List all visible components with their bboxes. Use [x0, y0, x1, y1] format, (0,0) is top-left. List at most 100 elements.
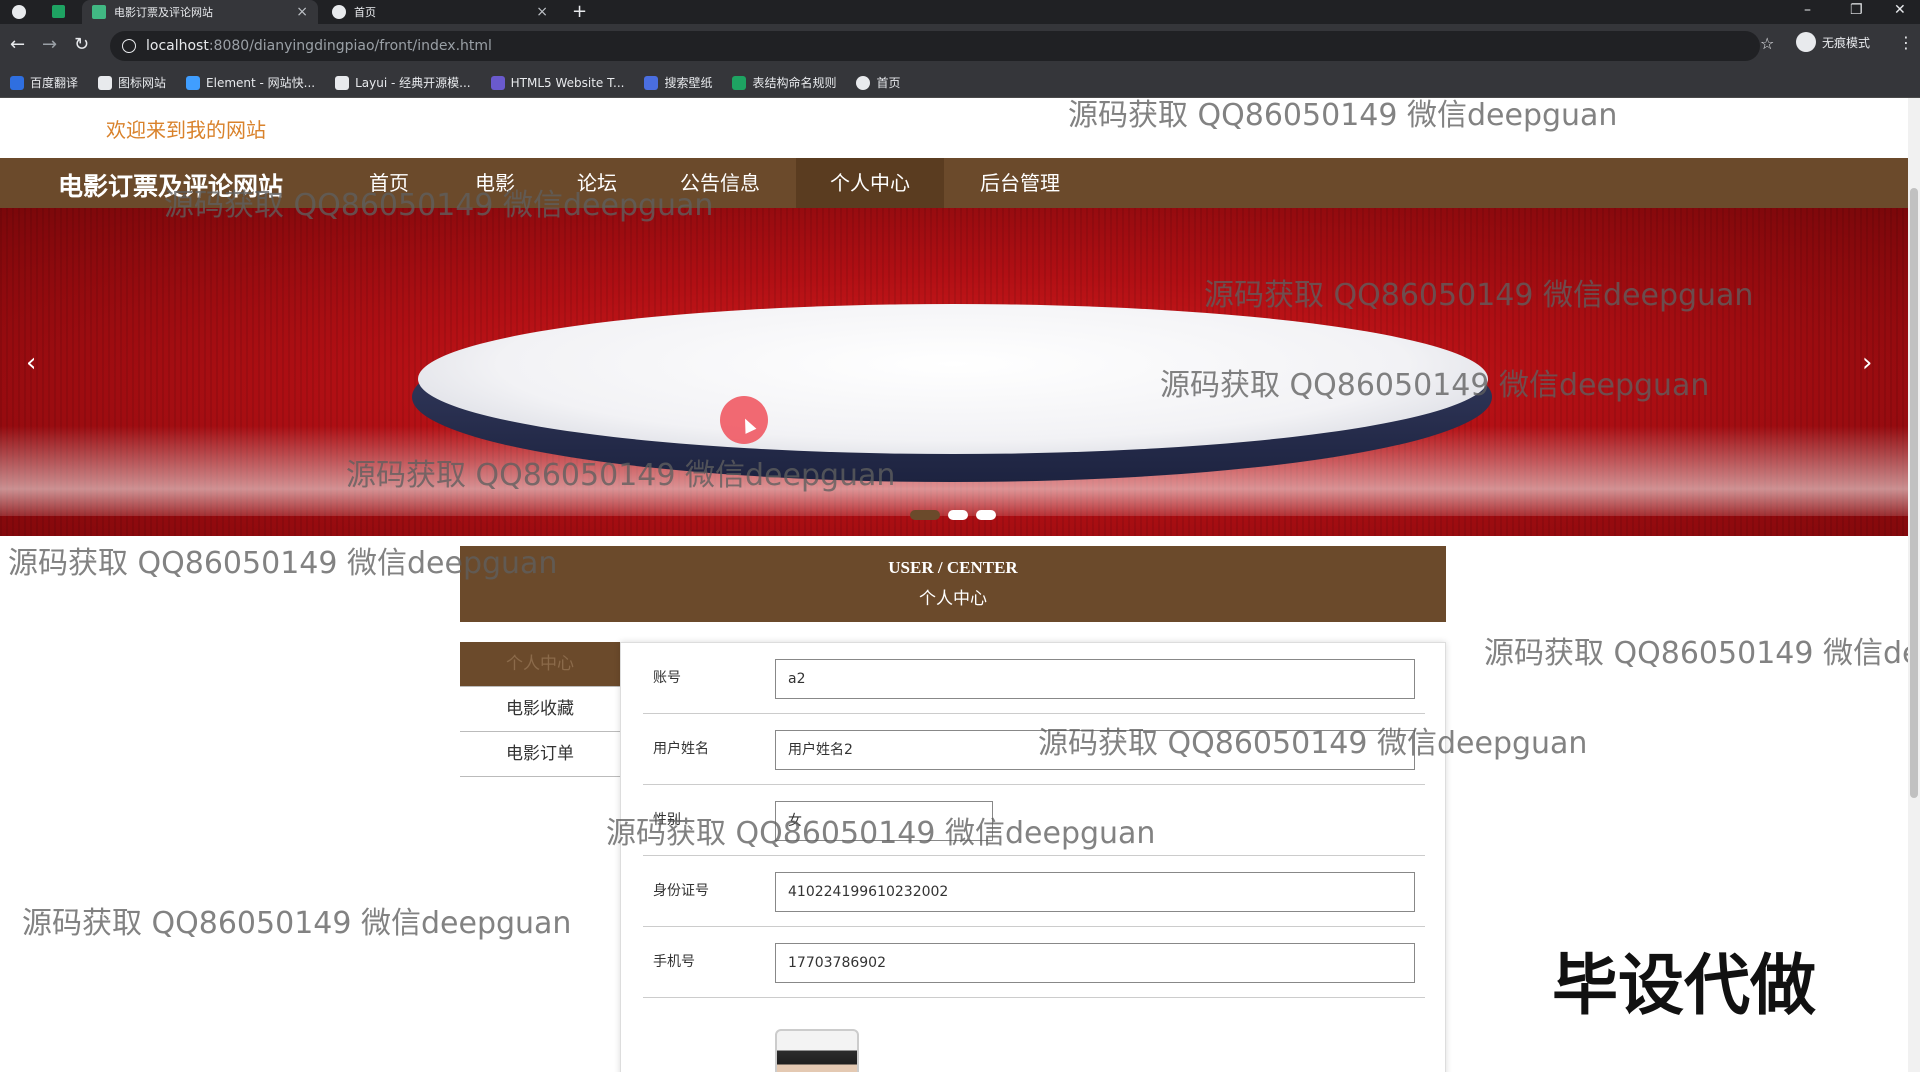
sidebar-item-favorites[interactable]: 电影收藏 — [460, 687, 620, 732]
phone-label: 手机号 — [653, 954, 695, 970]
bookmark-item[interactable]: HTML5 Website T... — [490, 75, 625, 90]
watermark-text: 源码获取 QQ86050149 微信dee — [1484, 636, 1908, 671]
name-label: 用户姓名 — [653, 741, 709, 757]
stage-top-image — [418, 304, 1488, 454]
restore-button[interactable]: ❐ — [1850, 2, 1863, 18]
carousel-dot[interactable] — [976, 510, 996, 520]
sheets-tab-icon[interactable] — [52, 5, 65, 18]
scrollbar-thumb[interactable] — [1910, 188, 1918, 798]
bookmark-item[interactable]: Layui - 经典开源模... — [335, 74, 471, 91]
bookmark-item[interactable]: 百度翻译 — [10, 74, 78, 91]
info-icon[interactable] — [122, 39, 136, 53]
site-brand[interactable]: 电影订票及评论网站 — [58, 167, 283, 203]
form-row-account: 账号 a2 — [643, 643, 1425, 714]
bookmark-icon — [490, 75, 505, 90]
carousel-next-icon[interactable]: › — [1862, 348, 1872, 378]
bookmark-label: Layui - 经典开源模... — [355, 76, 471, 90]
form-row-phone: 手机号 17703786902 — [643, 927, 1425, 998]
bookmark-item[interactable]: 图标网站 — [98, 74, 166, 91]
address-bar-row: ← → ↻ localhost:8080/dianyingdingpiao/fr… — [0, 24, 1920, 68]
profile-form: 账号 a2 用户姓名 用户姓名2 性别 女 身份证号 4102241996102… — [620, 642, 1446, 1072]
nav-movies[interactable]: 电影 — [462, 158, 528, 208]
bookmark-item[interactable]: 搜索壁纸 — [644, 74, 712, 91]
name-input[interactable]: 用户姓名2 — [775, 730, 1415, 770]
bookmark-label: 图标网站 — [118, 76, 167, 90]
bookmark-icon — [10, 75, 24, 90]
bookmark-star-icon[interactable]: ☆ — [1760, 34, 1774, 53]
user-center-header: USER / CENTER 个人中心 — [460, 546, 1446, 622]
browser-icon — [12, 5, 26, 19]
profile-label: 无痕模式 — [1822, 35, 1871, 50]
bookmark-icon — [98, 75, 113, 90]
url-field[interactable]: localhost:8080/dianyingdingpiao/front/in… — [110, 31, 1760, 61]
form-row-idcard: 身份证号 410224199610232002 — [643, 856, 1425, 927]
welcome-text: 欢迎来到我的网站 — [106, 118, 266, 142]
idcard-label: 身份证号 — [653, 883, 709, 899]
forward-button[interactable]: → — [42, 34, 57, 55]
nav-home[interactable]: 首页 — [356, 158, 422, 208]
main-nav: 电影订票及评论网站 首页 电影 论坛 公告信息 个人中心 后台管理 — [0, 158, 1908, 208]
globe-icon — [332, 5, 346, 19]
bookmark-label: 百度翻译 — [30, 76, 79, 90]
window-close-button[interactable]: ✕ — [1894, 2, 1906, 18]
tab-movie-site[interactable]: 电影订票及评论网站 × — [82, 0, 318, 24]
new-tab-button[interactable]: + — [572, 1, 587, 22]
nav-announcements[interactable]: 公告信息 — [664, 158, 776, 208]
account-label: 账号 — [653, 670, 681, 686]
vue-icon — [92, 5, 106, 19]
gender-select[interactable]: 女 — [775, 801, 993, 841]
page-scrollbar[interactable] — [1908, 98, 1920, 1072]
browser-menu-icon[interactable]: ⋮ — [1898, 33, 1914, 52]
bookmark-label: 表结构命名规则 — [752, 76, 837, 90]
reload-button[interactable]: ↻ — [74, 34, 89, 55]
watermark-text: 源码获取 QQ86050149 微信deepguan — [1068, 98, 1618, 133]
avatar[interactable] — [775, 1029, 859, 1072]
carousel-indicators — [910, 510, 996, 520]
carousel-dot[interactable] — [948, 510, 968, 520]
close-tab-icon[interactable]: × — [536, 4, 548, 20]
watermark-text: 源码获取 QQ86050149 微信deepguan — [22, 906, 572, 941]
url-path: :8080/dianyingdingpiao/front/index.html — [208, 38, 492, 54]
page-viewport: 欢迎来到我的网站 电影订票及评论网站 首页 电影 论坛 公告信息 个人中心 后台… — [0, 98, 1908, 1072]
nav-forum[interactable]: 论坛 — [564, 158, 630, 208]
minimize-button[interactable]: – — [1804, 2, 1811, 18]
bookmark-label: 首页 — [876, 76, 901, 90]
url-host: localhost — [146, 38, 209, 54]
browser-tab-bar: 电影订票及评论网站 × 首页 × + – ❐ ✕ — [0, 0, 1920, 24]
carousel-prev-icon[interactable]: ‹ — [26, 348, 36, 378]
back-button[interactable]: ← — [10, 34, 25, 55]
tab-title: 电影订票及评论网站 — [114, 6, 213, 19]
account-input[interactable]: a2 — [775, 659, 1415, 699]
sidebar-item-orders[interactable]: 电影订单 — [460, 732, 620, 777]
user-sidebar: 个人中心 电影收藏 电影订单 — [460, 642, 620, 777]
bookmark-icon — [186, 75, 201, 90]
promo-overlay-text: 毕设代做 — [1552, 947, 1816, 1024]
tab-home[interactable]: 首页 × — [322, 0, 558, 24]
idcard-input[interactable]: 410224199610232002 — [775, 872, 1415, 912]
bookmark-icon — [335, 75, 350, 90]
bookmark-icon — [856, 75, 871, 90]
gender-label: 性别 — [653, 812, 681, 828]
bookmark-label: 搜索壁纸 — [664, 76, 713, 90]
form-row-name: 用户姓名 用户姓名2 — [643, 714, 1425, 785]
bookmark-item[interactable]: 首页 — [856, 74, 901, 91]
bookmark-item[interactable]: Element - 网站快... — [186, 74, 315, 91]
carousel-dot[interactable] — [910, 510, 940, 520]
user-center-title-cn: 个人中心 — [919, 589, 987, 609]
bookmark-label: HTML5 Website T... — [510, 75, 625, 90]
nav-user-center[interactable]: 个人中心 — [796, 158, 944, 208]
form-row-gender: 性别 女 — [643, 785, 1425, 856]
bookmark-item[interactable]: 表结构命名规则 — [732, 74, 836, 91]
nav-admin[interactable]: 后台管理 — [964, 158, 1076, 208]
bookmark-icon — [644, 75, 659, 90]
hero-carousel[interactable]: ‹ › — [0, 208, 1908, 536]
close-tab-icon[interactable]: × — [296, 4, 308, 20]
user-center-title-en: USER / CENTER — [888, 558, 1018, 577]
phone-input[interactable]: 17703786902 — [775, 943, 1415, 983]
sidebar-item-profile[interactable]: 个人中心 — [460, 642, 620, 687]
bookmarks-bar: 百度翻译 图标网站 Element - 网站快... Layui - 经典开源模… — [0, 68, 1920, 98]
bookmark-label: Element - 网站快... — [206, 76, 316, 90]
tab-title: 首页 — [354, 6, 376, 19]
bookmark-icon — [732, 75, 747, 90]
incognito-profile[interactable]: 无痕模式 — [1796, 32, 1870, 52]
